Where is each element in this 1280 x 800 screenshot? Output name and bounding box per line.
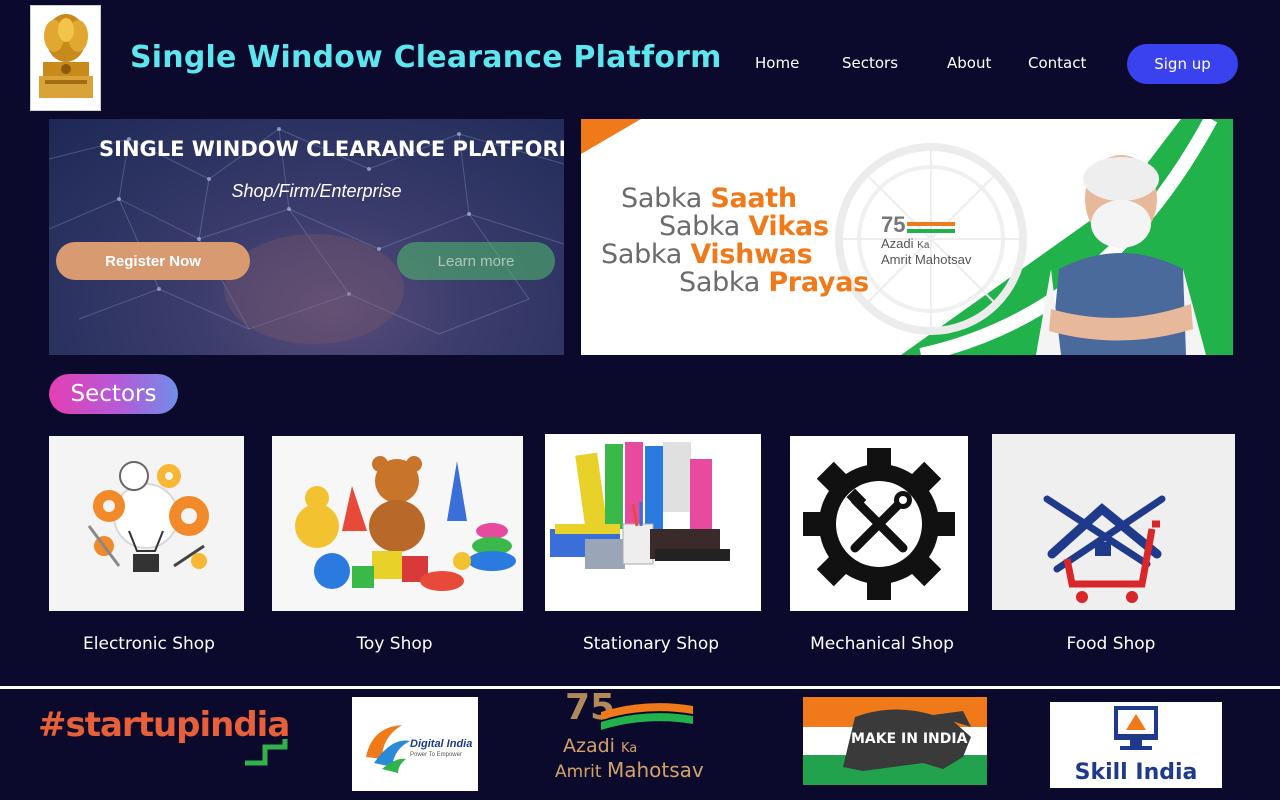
register-now-button[interactable]: Register Now [56, 242, 250, 280]
sector-label-electronic: Electronic Shop [83, 634, 215, 654]
gear-tools-icon [790, 436, 968, 611]
azadi-amrit-mahotsav-logo-small: 75 Azadi Ka Amrit Mahotsav [881, 212, 972, 267]
national-emblem-logo [30, 5, 101, 111]
slogan-line-4: Sabka Prayas [679, 267, 869, 298]
azadi-amrit-mahotsav-logo: 75 Azadi Ka Amrit Mahotsav [555, 687, 704, 783]
lightbulb-gears-icon [49, 436, 244, 611]
skill-india-logo: Skill India [1050, 702, 1222, 788]
sector-label-stationary: Stationary Shop [582, 634, 720, 654]
sector-label-toy: Toy Shop [356, 634, 433, 654]
hero-subtitle: Shop/Firm/Enterprise [231, 181, 402, 201]
sector-card-toy[interactable] [272, 436, 523, 611]
nav-sectors[interactable]: Sectors [842, 54, 898, 72]
slogan-line-2: Sabka Vikas [659, 211, 829, 242]
hero-card: SINGLE WINDOW CLEARANCE PLATFORM Shop/Fi… [49, 119, 564, 355]
startup-india-logo: #startupindia [38, 705, 328, 775]
slogan-banner: Sabka Saath Sabka Vikas Sabka Vishwas Sa… [581, 119, 1233, 355]
sector-label-food: Food Shop [1066, 634, 1156, 654]
sector-card-mechanical[interactable] [790, 436, 968, 611]
sector-label-mechanical: Mechanical Shop [810, 634, 954, 654]
footer-divider [0, 686, 1280, 689]
sector-card-electronic[interactable] [49, 436, 244, 611]
sector-card-food[interactable] [992, 434, 1235, 610]
slogan-line-1: Sabka Saath [621, 183, 797, 214]
nav-home[interactable]: Home [755, 54, 799, 72]
digital-india-logo: Digital India Power To Empower [352, 697, 478, 791]
learn-more-button[interactable]: Learn more [397, 242, 555, 280]
stationery-icon [545, 434, 761, 611]
hero-title: SINGLE WINDOW CLEARANCE PLATFORM [99, 137, 564, 161]
slogan-line-3: Sabka Vishwas [601, 239, 813, 270]
nav-contact[interactable]: Contact [1028, 54, 1086, 72]
signup-button[interactable]: Sign up [1127, 44, 1238, 84]
toys-icon [272, 436, 523, 611]
sector-card-stationary[interactable] [545, 434, 761, 611]
site-title: Single Window Clearance Platform [130, 40, 722, 75]
nav-about[interactable]: About [947, 54, 991, 72]
food-cart-icon [992, 434, 1235, 610]
sectors-heading: Sectors [49, 374, 178, 414]
make-in-india-logo: MAKE IN INDIA [803, 697, 987, 785]
